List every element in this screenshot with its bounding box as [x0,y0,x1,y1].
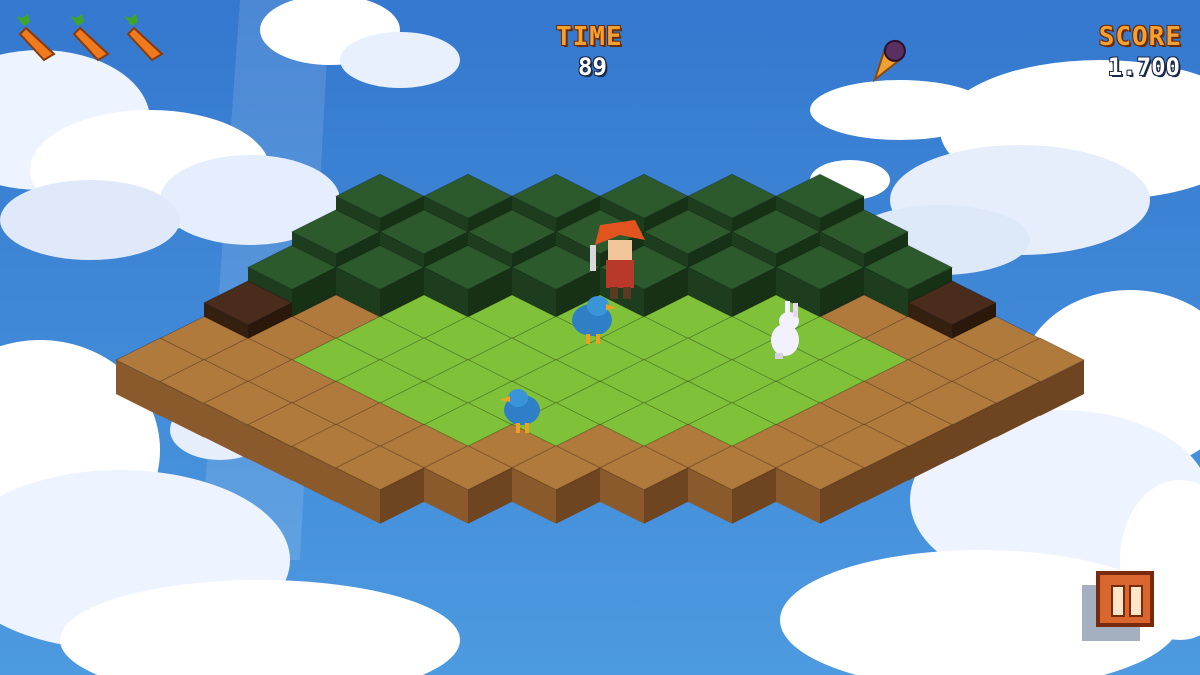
carrot-icon [70,14,110,62]
score-label: SCORE [1098,22,1182,52]
carrot-icon [16,14,56,62]
lives-indicator [14,14,184,70]
time-remaining: 89 [578,53,607,81]
pause-button[interactable] [1096,571,1154,627]
carrot-icon [124,14,164,62]
game-scene [0,0,1200,675]
time-label: TIME [556,22,623,52]
score-value: 1.700 [1107,53,1180,81]
